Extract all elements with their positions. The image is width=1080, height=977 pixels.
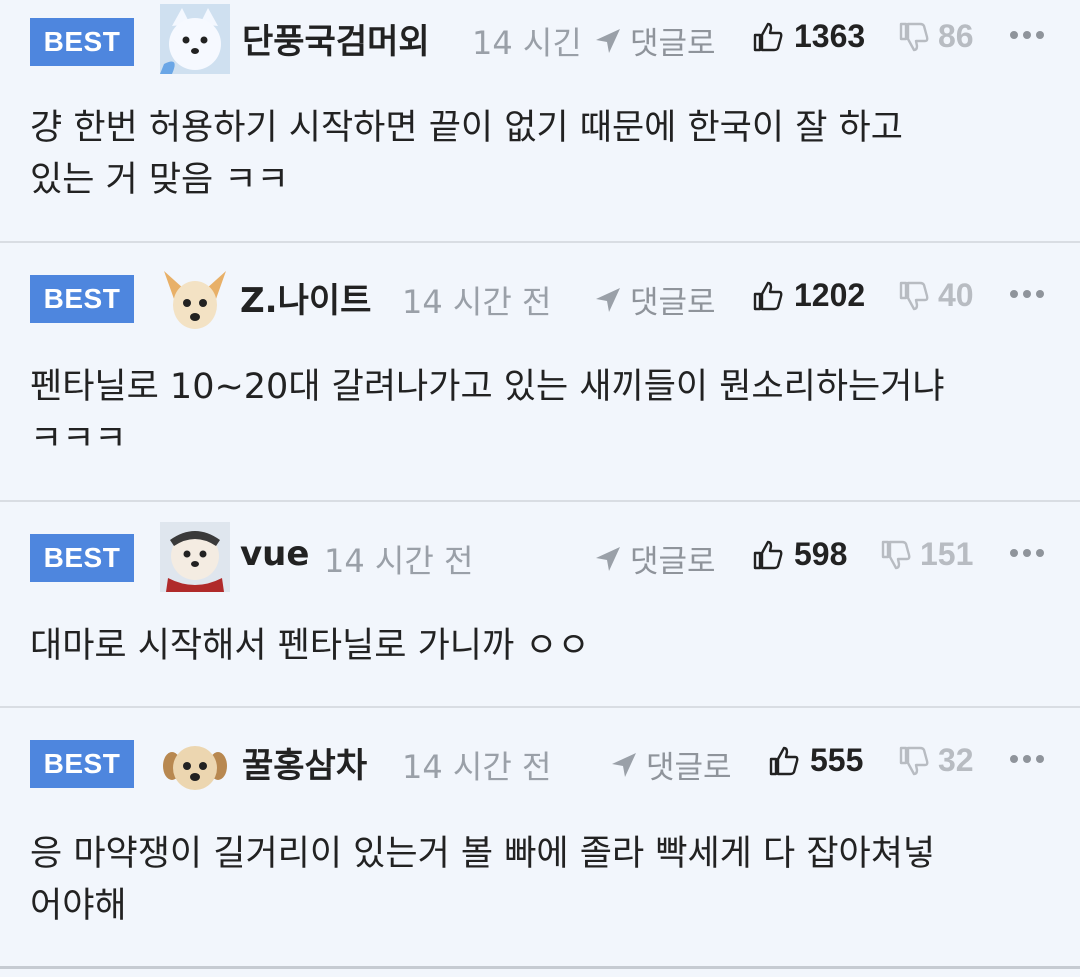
thumbs-down-icon xyxy=(881,540,911,569)
like-count: 1363 xyxy=(794,18,866,54)
like-count: 555 xyxy=(810,742,864,778)
nickname[interactable]: Z.나이트 xyxy=(240,273,371,322)
dislike-button[interactable]: 32 xyxy=(898,742,974,779)
like-count: 598 xyxy=(794,536,848,572)
like-button[interactable]: 1363 xyxy=(752,18,865,55)
comment-item: BEST vue 14 시간 전 댓글로 598 151 대마로 시작해서 펜타… xyxy=(0,502,1080,708)
reply-arrow-icon xyxy=(612,752,636,777)
timestamp: 14 시간 전 xyxy=(402,748,552,786)
thumbs-down-icon xyxy=(899,746,929,775)
timestamp: 14 시간 전 xyxy=(324,542,474,580)
thumbs-up-icon xyxy=(753,22,783,51)
nickname[interactable]: 꿀홍삼차 xyxy=(242,738,367,787)
comment-item: BEST 단풍국검머외 14 시긴 댓글로 1363 86 걍 한번 허용하기 … xyxy=(0,0,1080,243)
divider xyxy=(0,966,1080,969)
nickname[interactable]: vue xyxy=(240,534,309,574)
reply-label: 댓글로 xyxy=(646,750,732,786)
reply-button[interactable]: 댓글로 xyxy=(594,18,716,63)
dislike-count: 32 xyxy=(938,742,974,778)
thumbs-down-icon xyxy=(899,22,929,51)
thumbs-up-icon xyxy=(753,540,783,569)
reply-button[interactable]: 댓글로 xyxy=(610,742,732,787)
best-badge: BEST xyxy=(30,534,134,582)
nickname[interactable]: 단풍국검머외 xyxy=(242,14,430,63)
best-badge: BEST xyxy=(30,18,134,66)
reply-button[interactable]: 댓글로 xyxy=(594,536,716,581)
reply-button[interactable]: 댓글로 xyxy=(594,277,716,322)
dislike-count: 40 xyxy=(938,277,974,313)
comment-body: 펜타닐로 10~20대 갈려나가고 있는 새끼들이 뭔소리하는거냐 ㅋㅋㅋ xyxy=(30,367,945,459)
more-options-icon[interactable] xyxy=(1010,29,1044,41)
comment-body: 걍 한번 허용하기 시작하면 끝이 없기 때문에 한국이 잘 하고 있는 거 맞… xyxy=(30,108,903,200)
dislike-button[interactable]: 40 xyxy=(898,277,974,314)
thumbs-down-icon xyxy=(899,281,929,310)
more-options-icon[interactable] xyxy=(1010,288,1044,300)
reply-label: 댓글로 xyxy=(630,26,716,62)
reply-arrow-icon xyxy=(596,287,620,312)
more-options-icon[interactable] xyxy=(1010,547,1044,559)
best-badge: BEST xyxy=(30,275,134,323)
like-button[interactable]: 1202 xyxy=(752,277,865,314)
comment-body: 응 마약쟁이 길거리이 있는거 볼 빠에 졸라 빡세게 다 잡아쳐넣 어야해 xyxy=(30,834,936,926)
reply-arrow-icon xyxy=(596,546,620,571)
chihuahua-avatar[interactable] xyxy=(160,265,230,335)
dislike-count: 151 xyxy=(920,536,974,572)
best-badge: BEST xyxy=(30,740,134,788)
comment-item: BEST 꿀홍삼차 14 시간 전 댓글로 555 32 응 마약쟁이 길거리이… xyxy=(0,708,1080,966)
dislike-button[interactable]: 86 xyxy=(898,18,974,55)
dislike-button[interactable]: 151 xyxy=(880,536,973,573)
reply-label: 댓글로 xyxy=(630,285,716,321)
comment-item: BEST Z.나이트 14 시간 전 댓글로 1202 40 펜타닐로 10~2… xyxy=(0,243,1080,502)
thumbs-up-icon xyxy=(769,746,799,775)
more-options-icon[interactable] xyxy=(1010,753,1044,765)
dog-red-scarf-avatar[interactable] xyxy=(160,522,230,592)
thumbs-up-icon xyxy=(753,281,783,310)
dislike-count: 86 xyxy=(938,18,974,54)
white-dog-avatar[interactable] xyxy=(160,4,230,74)
timestamp: 14 시간 전 xyxy=(402,283,552,321)
like-button[interactable]: 555 xyxy=(768,742,863,779)
reply-arrow-icon xyxy=(596,28,620,53)
comment-body: 대마로 시작해서 펜타닐로 가니까 ㅇㅇ xyxy=(30,626,590,666)
puppy-avatar[interactable] xyxy=(160,730,230,800)
like-count: 1202 xyxy=(794,277,866,313)
reply-label: 댓글로 xyxy=(630,544,716,580)
like-button[interactable]: 598 xyxy=(752,536,847,573)
timestamp: 14 시긴 xyxy=(472,24,582,62)
